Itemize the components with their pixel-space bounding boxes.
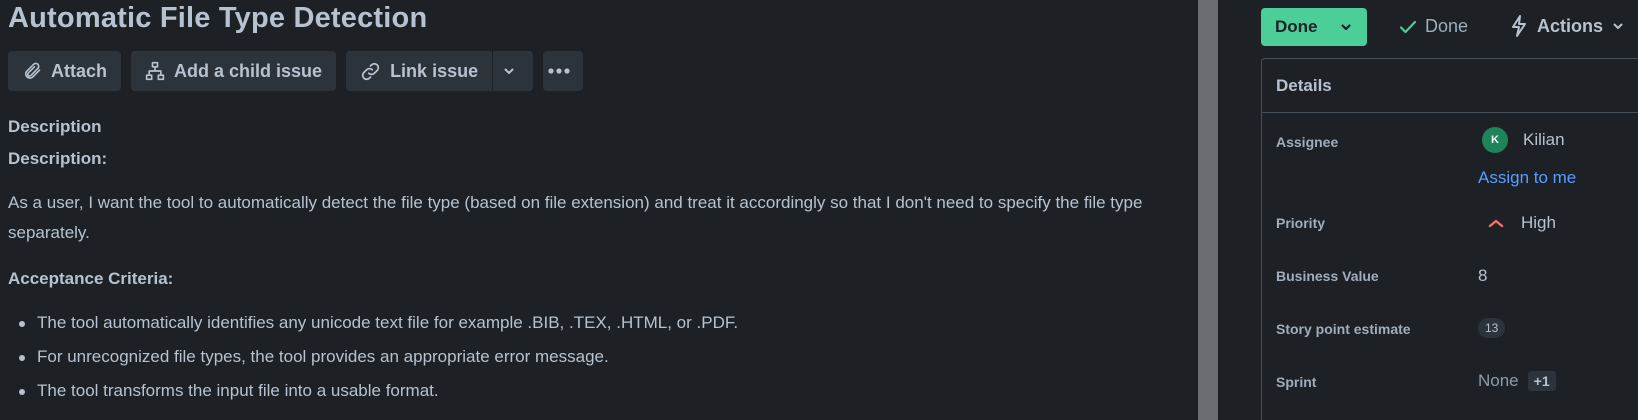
status-dropdown-button[interactable]: Done <box>1261 8 1367 46</box>
sprint-extra-badge[interactable]: +1 <box>1527 371 1556 391</box>
description-section-heading: Description <box>8 117 102 136</box>
actions-label: Actions <box>1537 15 1604 36</box>
assignee-name: Kilian <box>1523 130 1565 149</box>
paperclip-icon <box>24 62 41 79</box>
resolution-label: Done <box>1425 16 1469 36</box>
assignee-value[interactable]: K Kilian <box>1478 127 1565 153</box>
link-issue-button[interactable]: Link issue <box>346 51 492 91</box>
attach-label: Attach <box>51 60 108 81</box>
sprint-text: None <box>1478 371 1519 390</box>
priority-text: High <box>1521 213 1556 232</box>
business-value[interactable]: 8 <box>1478 266 1487 286</box>
add-child-issue-button[interactable]: Add a child issue <box>131 51 337 91</box>
check-icon <box>1399 20 1417 33</box>
issue-title[interactable]: Automatic File Type Detection <box>8 2 427 35</box>
priority-label: Priority <box>1276 215 1326 231</box>
sprint-value[interactable]: None +1 <box>1478 371 1556 391</box>
actions-button[interactable]: Actions <box>1510 15 1624 37</box>
link-issue-label: Link issue <box>390 60 479 81</box>
panel-resize-divider[interactable] <box>1198 0 1218 420</box>
issue-toolbar: Attach Add a child issue Link issue <box>8 51 584 91</box>
priority-high-icon <box>1488 219 1504 228</box>
link-icon <box>361 62 380 80</box>
acceptance-criteria-list: The tool automatically identifies any un… <box>8 306 738 408</box>
details-panel: Details Assignee K Kilian Assign to me P… <box>1261 58 1638 420</box>
list-item[interactable]: The tool automatically identifies any un… <box>8 306 738 340</box>
chevron-down-icon <box>504 68 514 74</box>
story-point-estimate-value[interactable]: 13 <box>1478 318 1506 338</box>
resolution-indicator: Done <box>1399 16 1468 37</box>
story-point-badge: 13 <box>1478 318 1506 338</box>
priority-value[interactable]: High <box>1478 213 1556 233</box>
assignee-label: Assignee <box>1276 134 1339 150</box>
assign-to-me-link[interactable]: Assign to me <box>1478 168 1576 188</box>
acceptance-criteria-heading[interactable]: Acceptance Criteria: <box>8 269 173 289</box>
story-point-estimate-label: Story point estimate <box>1276 321 1411 337</box>
lightning-icon <box>1512 15 1526 37</box>
issue-side-panel: Done Done Actions Details Assignee K Kil… <box>1218 0 1638 420</box>
link-issue-dropdown[interactable] <box>492 51 533 91</box>
list-item[interactable]: For unrecognized file types, the tool pr… <box>8 340 738 374</box>
chevron-down-icon <box>1613 23 1623 29</box>
attach-button[interactable]: Attach <box>8 51 122 91</box>
hierarchy-icon <box>145 61 165 81</box>
status-label: Done <box>1275 17 1318 36</box>
issue-main-panel: Automatic File Type Detection Attach Add… <box>0 0 1198 420</box>
description-paragraph[interactable]: As a user, I want the tool to automatica… <box>8 188 1158 248</box>
more-horizontal-icon <box>547 68 570 74</box>
link-issue-split-button: Link issue <box>346 51 534 91</box>
add-child-issue-label: Add a child issue <box>174 60 323 81</box>
business-value-label: Business Value <box>1276 268 1379 284</box>
avatar: K <box>1482 127 1508 153</box>
chevron-down-icon <box>1340 24 1351 31</box>
details-title: Details <box>1276 75 1332 95</box>
description-bold-heading[interactable]: Description: <box>8 149 107 169</box>
list-item[interactable]: The tool transforms the input file into … <box>8 374 738 408</box>
sprint-label: Sprint <box>1276 374 1317 390</box>
details-header[interactable]: Details <box>1262 59 1638 113</box>
more-actions-button[interactable] <box>543 51 584 91</box>
